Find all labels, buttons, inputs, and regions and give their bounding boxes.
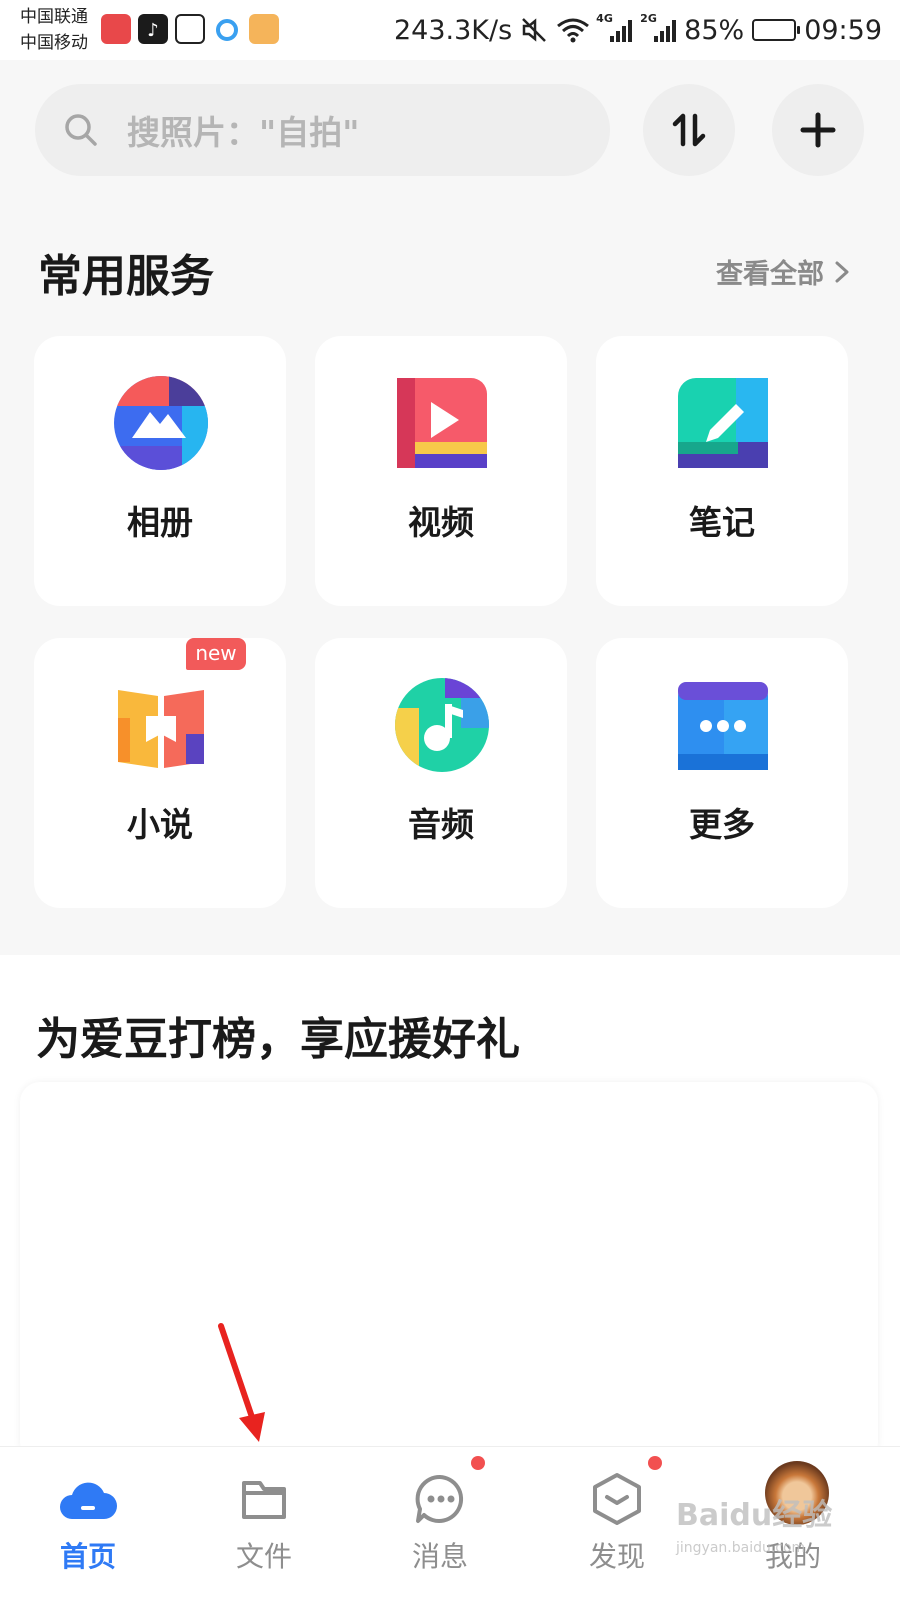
watermark: Baidu经验 jingyan.baidu.com bbox=[676, 1490, 832, 1556]
service-label: 视频 bbox=[408, 503, 474, 542]
battery-icon bbox=[752, 19, 801, 41]
service-label: 更多 bbox=[689, 805, 755, 844]
speaker-app-icon bbox=[249, 14, 279, 44]
signal-1-icon: 4G bbox=[596, 12, 633, 42]
service-more[interactable]: 更多 bbox=[596, 638, 848, 908]
signal-1-type: 4G bbox=[596, 12, 613, 25]
nav-label: 发现 bbox=[588, 1540, 645, 1573]
service-label: 相册 bbox=[127, 503, 193, 542]
note-icon bbox=[678, 378, 768, 468]
search-placeholder: 搜照片："自拍" bbox=[127, 113, 360, 152]
signal-2-icon: 2G bbox=[640, 12, 677, 42]
chevron-right-icon bbox=[835, 261, 849, 282]
promo-title: 为爱豆打榜，享应援好礼 bbox=[36, 1014, 520, 1065]
folder-icon bbox=[242, 1481, 286, 1519]
nav-home[interactable]: 首页 bbox=[28, 1447, 148, 1600]
view-all-link[interactable]: 查看全部 bbox=[716, 252, 850, 291]
services-title: 常用服务 bbox=[38, 251, 214, 302]
sort-icon bbox=[672, 113, 706, 147]
unread-dot bbox=[648, 1456, 662, 1470]
carrier-2: 中国移动 bbox=[20, 33, 88, 53]
service-audio[interactable]: 音频 bbox=[315, 638, 567, 908]
plus-icon bbox=[800, 112, 836, 148]
annotation-arrow-icon bbox=[218, 1323, 265, 1442]
search-input[interactable]: 搜照片："自拍" bbox=[35, 84, 610, 176]
service-album[interactable]: 相册 bbox=[34, 336, 286, 606]
service-novel[interactable]: 小说 bbox=[34, 638, 286, 908]
wifi-icon bbox=[557, 18, 590, 43]
watermark-sub: jingyan.baidu.com bbox=[676, 1540, 806, 1556]
service-label: 小说 bbox=[127, 805, 193, 844]
audio-icon bbox=[395, 678, 489, 772]
gallery-icon bbox=[175, 14, 205, 44]
search-icon bbox=[65, 114, 97, 146]
unread-dot bbox=[471, 1456, 485, 1470]
signal-2-type: 2G bbox=[640, 12, 657, 25]
svg-text:♪: ♪ bbox=[147, 20, 159, 41]
sort-button[interactable] bbox=[643, 84, 735, 176]
album-icon bbox=[114, 376, 208, 470]
discover-icon bbox=[593, 1473, 641, 1525]
message-icon bbox=[415, 1474, 464, 1523]
mute-icon bbox=[522, 18, 547, 42]
nav-label: 首页 bbox=[59, 1540, 116, 1573]
nav-messages[interactable]: 消息 bbox=[380, 1447, 500, 1600]
more-icon bbox=[678, 682, 768, 770]
service-label: 笔记 bbox=[689, 503, 755, 542]
watermark-main: Baidu经验 bbox=[676, 1498, 833, 1533]
nav-label: 消息 bbox=[411, 1540, 468, 1573]
clock: 09:59 bbox=[804, 14, 882, 46]
signal-app-icon bbox=[101, 14, 131, 44]
service-video[interactable]: 视频 bbox=[315, 336, 567, 606]
status-bar: 中国联通 中国移动 ♪ 243.3K/s 4G 2G 85% 09:59 bbox=[0, 0, 900, 60]
video-icon bbox=[397, 378, 487, 468]
battery-percent: 85% bbox=[684, 14, 745, 46]
nav-discover[interactable]: 发现 bbox=[557, 1447, 677, 1600]
service-label: 音频 bbox=[408, 805, 474, 844]
browser-icon bbox=[212, 14, 242, 44]
service-note[interactable]: 笔记 bbox=[596, 336, 848, 606]
carrier-1: 中国联通 bbox=[20, 7, 88, 27]
add-button[interactable] bbox=[772, 84, 864, 176]
novel-icon bbox=[118, 690, 204, 768]
nav-files[interactable]: 文件 bbox=[204, 1447, 324, 1600]
nav-label: 文件 bbox=[235, 1540, 292, 1573]
cloud-home-icon bbox=[60, 1482, 117, 1519]
view-all-label: 查看全部 bbox=[716, 259, 824, 290]
promo-banner[interactable] bbox=[20, 1082, 878, 1462]
tiktok-icon: ♪ bbox=[138, 14, 168, 44]
net-speed: 243.3K/s bbox=[394, 14, 513, 46]
new-badge: new bbox=[186, 638, 246, 670]
